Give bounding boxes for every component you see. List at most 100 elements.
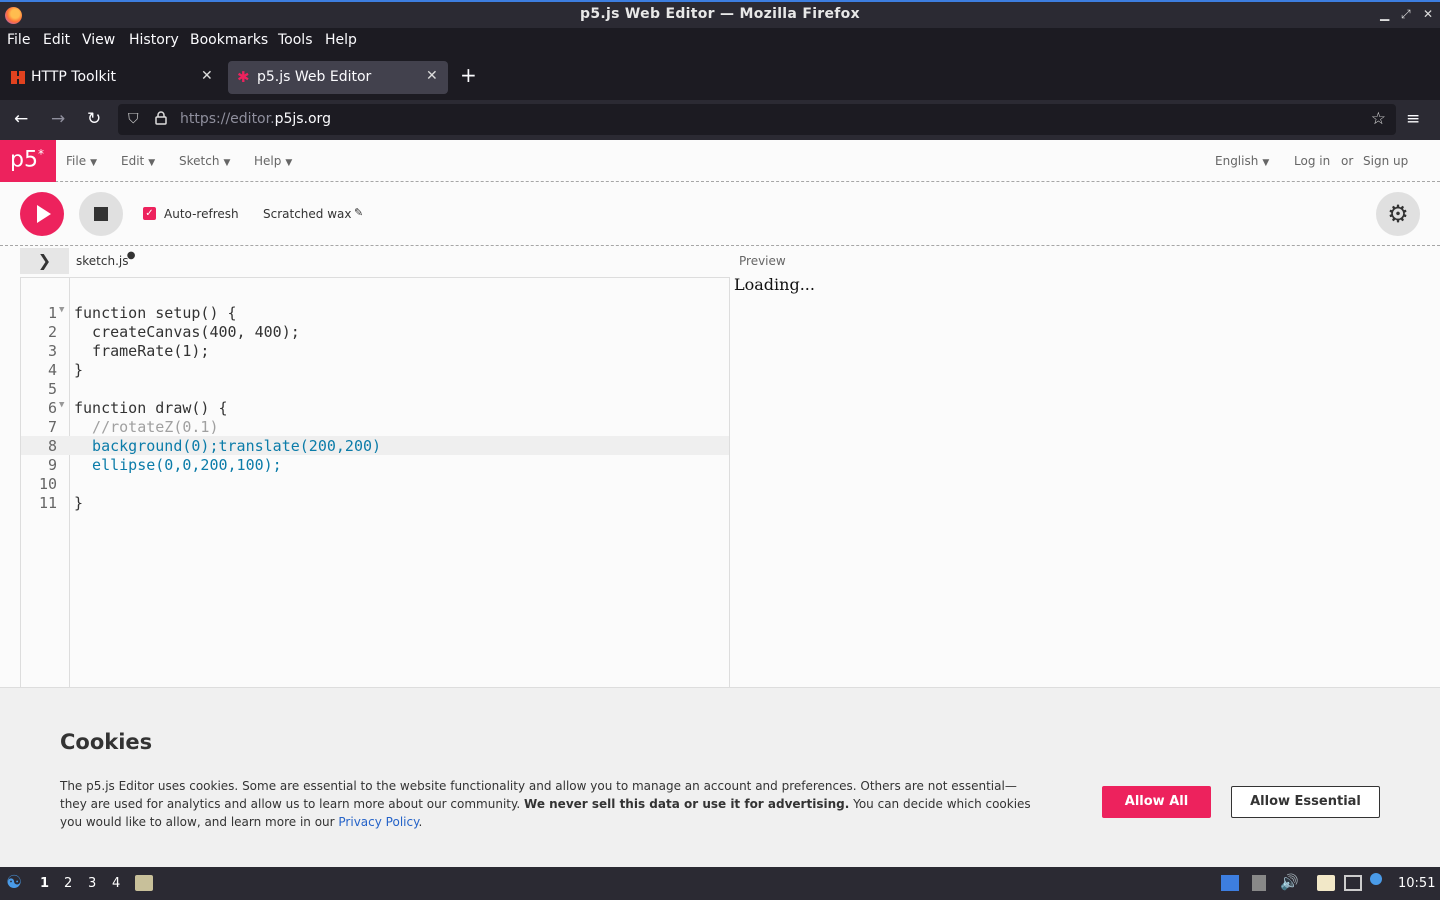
code-line[interactable]: 9 ellipse(0,0,200,100);: [21, 455, 729, 474]
menubar: File Edit View History Bookmarks Tools H…: [0, 28, 1440, 54]
menu-file[interactable]: File: [7, 32, 30, 48]
menu-help[interactable]: Help: [325, 32, 357, 48]
workspace-2[interactable]: 2: [64, 876, 72, 891]
allow-all-button[interactable]: Allow All: [1102, 786, 1211, 818]
code-line[interactable]: 11 }: [21, 493, 729, 512]
workspace-1[interactable]: 1: [40, 876, 49, 891]
code-text: }: [74, 361, 84, 379]
line-number: 8: [47, 437, 57, 455]
or-text: or: [1341, 154, 1354, 168]
code-text: function setup() {: [74, 304, 237, 322]
tracking-shield-icon[interactable]: ⛉: [128, 111, 139, 127]
system-taskbar: ☯ 1 2 3 4 🔊 10:51: [0, 867, 1440, 900]
privacy-policy-link[interactable]: Privacy Policy: [338, 815, 418, 829]
maximize-icon[interactable]: ⤢: [1401, 7, 1411, 22]
line-number: 1: [47, 304, 57, 322]
language-select[interactable]: English ▼: [1215, 154, 1269, 168]
p5-logo[interactable]: p5*: [0, 140, 56, 182]
lock-icon[interactable]: [155, 111, 167, 125]
menu-tools[interactable]: Tools: [278, 32, 313, 48]
menu-history[interactable]: History: [129, 32, 179, 48]
code-text: frameRate(1);: [74, 342, 210, 360]
file-manager-icon[interactable]: [135, 875, 153, 891]
update-notification-icon[interactable]: [1370, 873, 1382, 885]
workspace-4[interactable]: 4: [112, 876, 120, 891]
p5-menu-edit[interactable]: Edit ▼: [121, 154, 155, 168]
preview-loading-text: Loading...: [734, 275, 815, 294]
code-line[interactable]: 4 }: [21, 360, 729, 379]
file-tab-name[interactable]: sketch.js ●: [76, 250, 135, 268]
caret-down-icon: ▼: [1262, 158, 1270, 168]
code-text: //rotateZ(0.1): [74, 418, 219, 436]
minimize-icon[interactable]: ▁: [1380, 7, 1389, 21]
line-number: 10: [38, 475, 57, 493]
notes-icon[interactable]: [1317, 875, 1335, 891]
code-line[interactable]: 2 createCanvas(400, 400);: [21, 322, 729, 341]
code-line[interactable]: 10: [21, 474, 729, 493]
url-bar[interactable]: ⛉ https://editor.p5js.org ☆: [118, 104, 1396, 135]
back-arrow-icon[interactable]: ←: [14, 109, 28, 129]
login-link[interactable]: Log in: [1294, 154, 1330, 168]
caret-down-icon: ▼: [285, 158, 293, 168]
network-icon[interactable]: [1344, 875, 1362, 891]
code-line[interactable]: 3 frameRate(1);: [21, 341, 729, 360]
tab-label: HTTP Toolkit: [31, 69, 116, 85]
line-number: 11: [38, 494, 57, 512]
bookmark-star-icon[interactable]: ☆: [1371, 109, 1386, 129]
p5-navbar: p5* File ▼ Edit ▼ Sketch ▼ Help ▼ English ▼ L…: [0, 140, 1440, 182]
navigation-bar: ← → ↻ ⛉ https://editor.p5js.org ☆ ≡: [0, 100, 1440, 140]
expand-sidebar-button[interactable]: ❯: [20, 248, 69, 274]
caret-down-icon: ▼: [148, 158, 156, 168]
code-editor[interactable]: 1 ▼ function setup() { 2 createCanvas(400…: [20, 277, 730, 688]
tab-http-toolkit[interactable]: HTTP Toolkit ✕: [2, 61, 222, 94]
fold-arrow-icon[interactable]: ▼: [59, 305, 64, 315]
hamburger-menu-icon[interactable]: ≡: [1406, 109, 1420, 129]
line-number: 3: [47, 342, 57, 360]
url-text[interactable]: https://editor.p5js.org: [180, 111, 331, 127]
code-text: createCanvas(400, 400);: [74, 323, 300, 341]
window-titlebar: p5.js Web Editor — Mozilla Firefox ▁ ⤢ ✕: [0, 0, 1440, 28]
edit-pencil-icon[interactable]: ✎: [354, 206, 363, 219]
code-text: function draw() {: [74, 399, 228, 417]
workspace-3[interactable]: 3: [88, 876, 96, 891]
tab-close-icon[interactable]: ✕: [426, 68, 438, 84]
tab-close-icon[interactable]: ✕: [201, 68, 213, 84]
allow-essential-button[interactable]: Allow Essential: [1231, 786, 1380, 818]
close-icon[interactable]: ✕: [1423, 7, 1433, 21]
volume-icon[interactable]: 🔊: [1280, 873, 1299, 891]
clock: 10:51: [1398, 876, 1436, 891]
settings-gear-icon[interactable]: ⚙: [1376, 192, 1420, 236]
menu-view[interactable]: View: [82, 32, 115, 48]
desktop-icon[interactable]: [1221, 875, 1239, 891]
code-text: ellipse(0,0,200,100);: [74, 456, 282, 474]
screen: p5.js Web Editor — Mozilla Firefox ▁ ⤢ ✕…: [0, 0, 1440, 900]
p5-menu-file[interactable]: File ▼: [66, 154, 97, 168]
code-line-current[interactable]: 8 background(0);translate(200,200): [21, 436, 729, 455]
menu-bookmarks[interactable]: Bookmarks: [190, 32, 268, 48]
stop-button[interactable]: [79, 192, 123, 236]
code-line[interactable]: 1 ▼ function setup() {: [21, 303, 729, 322]
eject-icon[interactable]: [1252, 875, 1266, 891]
preview-label: Preview: [739, 254, 786, 268]
fold-arrow-icon[interactable]: ▼: [59, 400, 64, 410]
menu-edit[interactable]: Edit: [43, 32, 70, 48]
code-line[interactable]: 5: [21, 379, 729, 398]
code-line[interactable]: 6 ▼ function draw() {: [21, 398, 729, 417]
forward-arrow-icon[interactable]: →: [51, 109, 65, 129]
reload-icon[interactable]: ↻: [87, 109, 101, 129]
signup-link[interactable]: Sign up: [1363, 154, 1408, 168]
auto-refresh-label[interactable]: Auto-refresh: [164, 207, 239, 221]
play-button[interactable]: [20, 192, 64, 236]
sketch-name[interactable]: Scratched wax: [263, 207, 352, 221]
code-line[interactable]: 7 //rotateZ(0.1): [21, 417, 729, 436]
pane-divider[interactable]: [729, 277, 730, 687]
p5-menu-help[interactable]: Help ▼: [254, 154, 292, 168]
p5-menu-sketch[interactable]: Sketch ▼: [179, 154, 230, 168]
line-number: 4: [47, 361, 57, 379]
new-tab-button[interactable]: +: [460, 63, 477, 87]
tab-bar: HTTP Toolkit ✕ ✱ p5.js Web Editor ✕: [0, 54, 1440, 100]
start-menu-icon[interactable]: ☯: [6, 872, 22, 893]
auto-refresh-checkbox[interactable]: ✓: [143, 207, 156, 220]
tab-p5js-editor[interactable]: ✱ p5.js Web Editor ✕: [228, 61, 448, 94]
line-number: 9: [47, 456, 57, 474]
